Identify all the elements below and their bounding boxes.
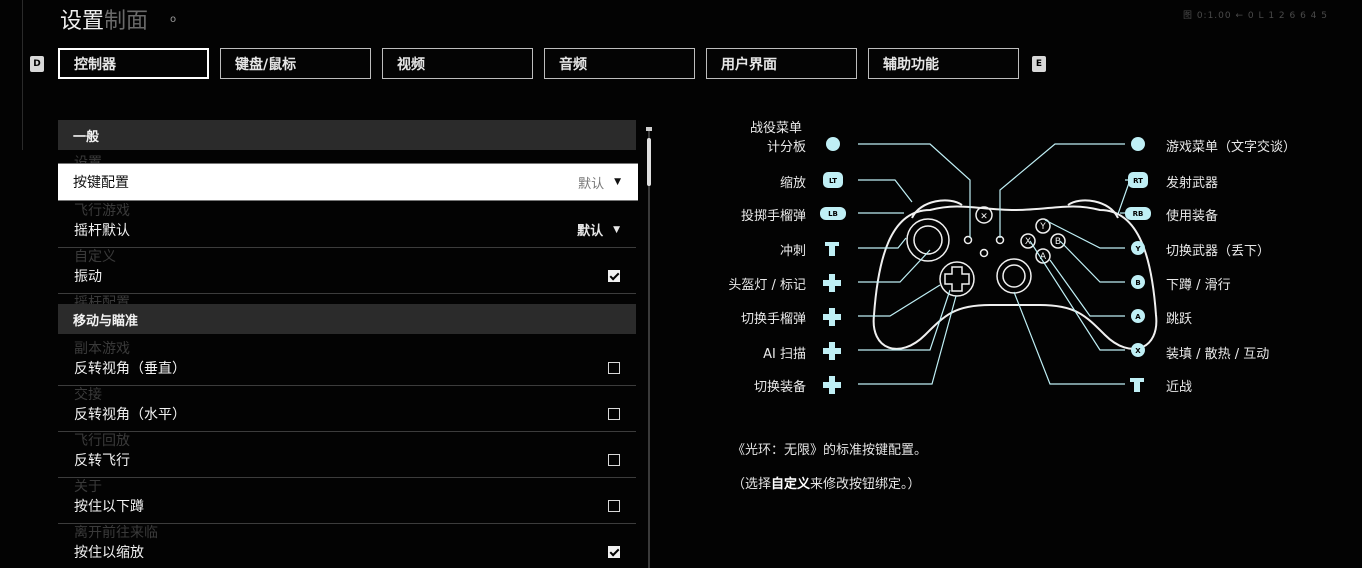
page-title: 设置 制面 o <box>60 4 176 34</box>
invert-look-horizontal-checkbox[interactable] <box>608 407 620 420</box>
section-general: 一般 <box>58 120 636 150</box>
section-movement-aim: 移动与瞄准 <box>58 304 636 334</box>
invert-look-vertical-label: 反转视角（垂直） <box>74 360 186 377</box>
customize-hint: （选择自定义来修改按钮绑定。） <box>732 473 921 492</box>
invert-flight-row[interactable]: 反转飞行 <box>58 442 636 478</box>
label-fire-weapon: 发射武器 <box>1166 176 1219 191</box>
invert-look-horizontal-label: 反转视角（水平） <box>74 406 186 423</box>
invert-flight-label: 反转飞行 <box>74 452 130 469</box>
button-layout-select[interactable]: 默认 ▼ <box>578 173 621 192</box>
scrollbar-thumb[interactable] <box>647 138 651 186</box>
button-layout-row[interactable]: 按键配置 默认 ▼ <box>58 164 638 200</box>
invert-look-horizontal-row[interactable]: 反转视角（水平） <box>58 396 636 432</box>
dpad-down-icon <box>823 308 841 326</box>
right-stick-icon <box>996 258 1032 294</box>
view-icon <box>826 137 840 151</box>
tab-keyboard-mouse[interactable]: 键盘/鼠标 <box>220 48 371 79</box>
invert-look-vertical-row[interactable]: 反转视角（垂直） <box>58 350 636 386</box>
label-sprint: 冲刺 <box>779 244 806 259</box>
svg-text:X: X <box>1135 347 1141 355</box>
invert-look-vertical-checkbox[interactable] <box>608 361 620 374</box>
svg-text:✕: ✕ <box>980 212 988 222</box>
hold-crouch-row[interactable]: 按住以下蹲 <box>58 488 636 524</box>
stick-default-value: 默认 <box>577 224 604 239</box>
title-ghost-text: 制面 <box>104 9 149 34</box>
layout-description: 《光环：无限》的标准按键配置。 <box>732 443 928 458</box>
hold-crouch-checkbox[interactable] <box>608 499 620 512</box>
tab-accessibility[interactable]: 辅助功能 <box>868 48 1019 79</box>
hold-zoom-checkbox[interactable] <box>608 545 620 558</box>
label-game-menu: 游戏菜单（文字交谈） <box>1166 140 1297 155</box>
vibration-label: 振动 <box>74 268 102 285</box>
invert-flight-checkbox[interactable] <box>608 453 620 466</box>
label-crouch-slide: 下蹲 / 滑行 <box>1166 278 1231 293</box>
tab-audio[interactable]: 音频 <box>544 48 695 79</box>
vibration-row[interactable]: 振动 <box>58 258 636 294</box>
hint-custom: 自定义 <box>771 477 811 492</box>
edge-line <box>22 0 23 150</box>
rs-icon <box>1130 378 1144 392</box>
dropdown-arrow-icon: ▼ <box>613 224 620 235</box>
hold-zoom-row[interactable]: 按住以缩放 <box>58 534 636 568</box>
label-campaign-menu: 战役菜单 <box>750 121 803 136</box>
right-bumper-icon[interactable]: E <box>1032 56 1046 72</box>
settings-list: 一般 设置 按键配置 默认 ▼ 飞行游戏 摇杆默认 默认 ▼ 自定义 振动 摇杆… <box>58 120 638 568</box>
svg-text:LB: LB <box>828 210 838 218</box>
svg-text:B: B <box>1135 279 1140 287</box>
hint-suffix: 来修改按钮绑定。） <box>810 477 921 492</box>
dpad-right-icon <box>823 376 841 394</box>
stick-default-label: 摇杆默认 <box>74 222 130 239</box>
svg-text:RT: RT <box>1133 177 1143 185</box>
vibration-checkbox[interactable] <box>608 269 620 282</box>
label-throw-grenade: 投掷手榴弹 <box>740 209 806 224</box>
hint-prefix: （选择 <box>732 477 772 492</box>
scrollbar-cap <box>646 127 652 131</box>
controller-outline <box>872 205 1158 350</box>
label-ai-scan: AI 扫描 <box>763 347 806 362</box>
label-switch-weapon: 切换武器（丢下） <box>1166 244 1271 259</box>
label-zoom: 缩放 <box>779 176 806 191</box>
label-switch-equipment: 切换装备 <box>753 380 806 395</box>
label-scoreboard: 计分板 <box>766 140 806 155</box>
menu-icon <box>1131 137 1145 151</box>
share-button-icon <box>979 248 989 258</box>
label-melee: 近战 <box>1166 380 1193 395</box>
left-callout-icons <box>820 137 846 394</box>
svg-text:Y: Y <box>1039 222 1046 232</box>
scrollbar-track[interactable] <box>648 128 650 568</box>
dropdown-arrow-icon: ▼ <box>614 177 621 187</box>
top-right-status: 图 0:1.00 ← 0 L 1 2 6 6 4 5 <box>1182 11 1328 21</box>
ls-icon <box>825 242 839 256</box>
title-dot: o <box>170 13 177 25</box>
tab-video[interactable]: 视频 <box>382 48 533 79</box>
label-reload: 装填 / 散热 / 互动 <box>1166 347 1270 362</box>
tab-user-interface[interactable]: 用户界面 <box>706 48 857 79</box>
label-helmet-light: 头盔灯 / 标记 <box>728 278 806 293</box>
tab-controller[interactable]: 控制器 <box>58 48 209 79</box>
title-text: 设置 <box>60 9 105 34</box>
svg-text:LT: LT <box>829 177 837 185</box>
label-switch-grenade: 切换手榴弹 <box>740 312 806 327</box>
svg-text:RB: RB <box>1133 210 1144 218</box>
label-jump: 跳跃 <box>1166 312 1193 327</box>
svg-text:Y: Y <box>1134 245 1141 253</box>
hold-crouch-label: 按住以下蹲 <box>74 498 144 515</box>
stick-default-select[interactable]: 默认 ▼ <box>577 220 620 239</box>
left-bumper-icon[interactable]: D <box>30 56 44 72</box>
button-layout-label: 按键配置 <box>73 175 129 191</box>
dpad-up-icon <box>823 274 841 292</box>
svg-text:A: A <box>1135 313 1141 321</box>
stick-default-row[interactable]: 摇杆默认 默认 ▼ <box>58 212 636 248</box>
hold-zoom-label: 按住以缩放 <box>74 544 144 561</box>
label-use-equipment: 使用装备 <box>1166 209 1219 224</box>
button-layout-value: 默认 <box>578 176 605 192</box>
dpad-left-icon <box>823 342 841 360</box>
